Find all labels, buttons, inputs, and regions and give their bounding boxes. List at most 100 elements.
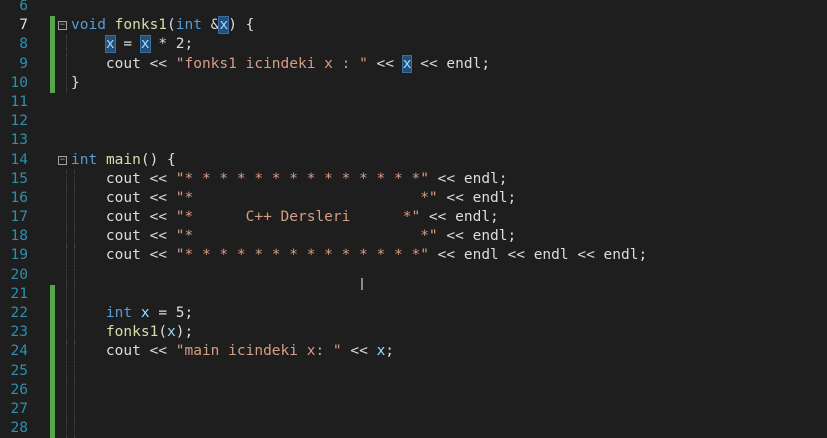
line-number: 9 bbox=[19, 55, 28, 72]
indent-guide bbox=[74, 419, 75, 438]
indent-guide bbox=[66, 246, 67, 266]
code-token: endl bbox=[472, 189, 508, 206]
line-number: 18 bbox=[10, 228, 28, 245]
code-line[interactable]: 12 bbox=[0, 112, 827, 131]
change-indicator-bar bbox=[50, 380, 55, 400]
code-token: "* *" bbox=[175, 228, 438, 245]
code-line[interactable]: 20 bbox=[0, 265, 827, 285]
change-indicator-bar bbox=[50, 16, 55, 36]
change-indicator-bar bbox=[50, 73, 55, 93]
code-token: cout bbox=[105, 189, 141, 206]
code-text[interactable]: x = x * 2; bbox=[71, 35, 193, 54]
line-number: 14 bbox=[10, 151, 28, 168]
line-number: 27 bbox=[10, 400, 28, 417]
code-token: << bbox=[420, 209, 456, 226]
code-line[interactable]: 25 bbox=[0, 361, 827, 381]
code-line[interactable]: 9 cout << "fonks1 icindeki x : " << x <<… bbox=[0, 54, 827, 74]
code-line[interactable]: 10} bbox=[0, 73, 827, 93]
code-line[interactable]: 22 int x = 5; bbox=[0, 304, 827, 324]
code-token: endl bbox=[472, 228, 508, 245]
code-token: << bbox=[140, 189, 176, 206]
code-token: << bbox=[437, 228, 473, 245]
code-line[interactable]: 6 bbox=[0, 0, 827, 16]
code-line[interactable]: 11 bbox=[0, 93, 827, 112]
code-line[interactable]: 14 − int main() { bbox=[0, 151, 827, 170]
code-line[interactable]: 24 cout << "main icindeki x: " << x; bbox=[0, 342, 827, 362]
code-token: ; bbox=[385, 343, 395, 360]
code-line[interactable]: 28 bbox=[0, 419, 827, 438]
indent-guide bbox=[66, 419, 67, 438]
code-line[interactable]: 17 cout << "* C++ Dersleri *" << endl; bbox=[0, 208, 827, 228]
code-text[interactable]: cout << "fonks1 icindeki x : " << x << e… bbox=[71, 54, 491, 74]
change-indicator-bar bbox=[50, 419, 55, 438]
code-line[interactable]: 7 − void fonks1(int &x) { bbox=[0, 16, 827, 36]
indent-guide bbox=[74, 265, 75, 285]
highlighted-symbol: x bbox=[139, 35, 151, 54]
change-indicator-bar bbox=[50, 342, 55, 362]
code-token: << bbox=[140, 209, 176, 226]
code-token: cout bbox=[105, 55, 141, 72]
code-token: int bbox=[175, 17, 202, 34]
indent-guide bbox=[74, 399, 75, 420]
code-line[interactable]: 19 cout << "* * * * * * * * * * * * * *"… bbox=[0, 246, 827, 266]
code-token: endl bbox=[455, 209, 491, 226]
line-number: 21 bbox=[10, 285, 28, 302]
code-token: ; bbox=[481, 55, 491, 72]
code-token: cout bbox=[105, 209, 141, 226]
code-text[interactable]: cout << "main icindeki x: " << x; bbox=[71, 342, 394, 361]
indent-guide bbox=[66, 399, 67, 420]
indent-guide bbox=[66, 208, 67, 228]
code-line[interactable]: 8 x = x * 2; bbox=[0, 35, 827, 55]
code-token: ; bbox=[507, 189, 517, 206]
code-token: "* *" bbox=[175, 189, 438, 206]
code-token: int bbox=[71, 151, 98, 168]
code-line[interactable]: 21 bbox=[0, 284, 827, 304]
code-token: << bbox=[568, 247, 604, 264]
line-number: 24 bbox=[10, 343, 28, 360]
code-token: ( bbox=[158, 324, 168, 341]
code-line[interactable]: 18 cout << "* *" << endl; bbox=[0, 227, 827, 247]
line-number: 16 bbox=[10, 189, 28, 206]
code-line[interactable]: 16 cout << "* *" << endl; bbox=[0, 188, 827, 209]
code-token: "* C++ Dersleri *" bbox=[175, 209, 421, 226]
code-text[interactable]: void fonks1(int &x) { bbox=[71, 16, 254, 35]
code-token: << bbox=[428, 170, 464, 187]
indent-guide bbox=[74, 361, 75, 381]
code-token: "fonks1 icindeki x : " bbox=[175, 55, 368, 72]
code-line[interactable]: 15 cout << "* * * * * * * * * * * * * *"… bbox=[0, 169, 827, 189]
code-token: ( bbox=[167, 17, 176, 34]
code-line[interactable]: 27 bbox=[0, 399, 827, 420]
line-number: 10 bbox=[10, 74, 28, 91]
code-token: ; bbox=[498, 170, 508, 187]
code-line[interactable]: 26 bbox=[0, 380, 827, 400]
highlighted-symbol: x bbox=[218, 16, 230, 35]
change-indicator-bar bbox=[50, 399, 55, 420]
code-token: fonks1 bbox=[105, 324, 159, 341]
code-text[interactable]: int x = 5; bbox=[71, 304, 193, 323]
code-token: int bbox=[105, 305, 133, 321]
code-editor[interactable]: 6 7− void fonks1(int &x) {8 x = x * 2; 9 co… bbox=[0, 0, 827, 438]
line-number: 12 bbox=[10, 113, 28, 130]
line-number: 25 bbox=[10, 362, 28, 379]
line-number: 7 bbox=[19, 17, 28, 34]
collapse-icon[interactable]: − bbox=[58, 21, 67, 31]
code-text[interactable]: cout << "* *" << endl; bbox=[71, 227, 516, 246]
code-text[interactable]: cout << "* C++ Dersleri *" << endl; bbox=[71, 208, 499, 227]
code-text[interactable]: fonks1(x); bbox=[71, 323, 193, 342]
code-text[interactable]: } bbox=[71, 74, 80, 93]
code-token: ); bbox=[175, 324, 194, 341]
line-number: 8 bbox=[19, 36, 28, 53]
code-text[interactable]: int main() { bbox=[71, 151, 176, 170]
code-text[interactable]: cout << "* *" << endl; bbox=[71, 189, 516, 208]
scope-guide bbox=[66, 35, 67, 55]
collapse-icon[interactable]: − bbox=[58, 155, 67, 165]
code-text[interactable]: cout << "* * * * * * * * * * * * * *" <<… bbox=[71, 246, 647, 265]
code-line[interactable]: 13 bbox=[0, 131, 827, 150]
code-line[interactable]: 23 fonks1(x); bbox=[0, 323, 827, 343]
code-text[interactable]: cout << "* * * * * * * * * * * * * *" <<… bbox=[71, 170, 508, 189]
